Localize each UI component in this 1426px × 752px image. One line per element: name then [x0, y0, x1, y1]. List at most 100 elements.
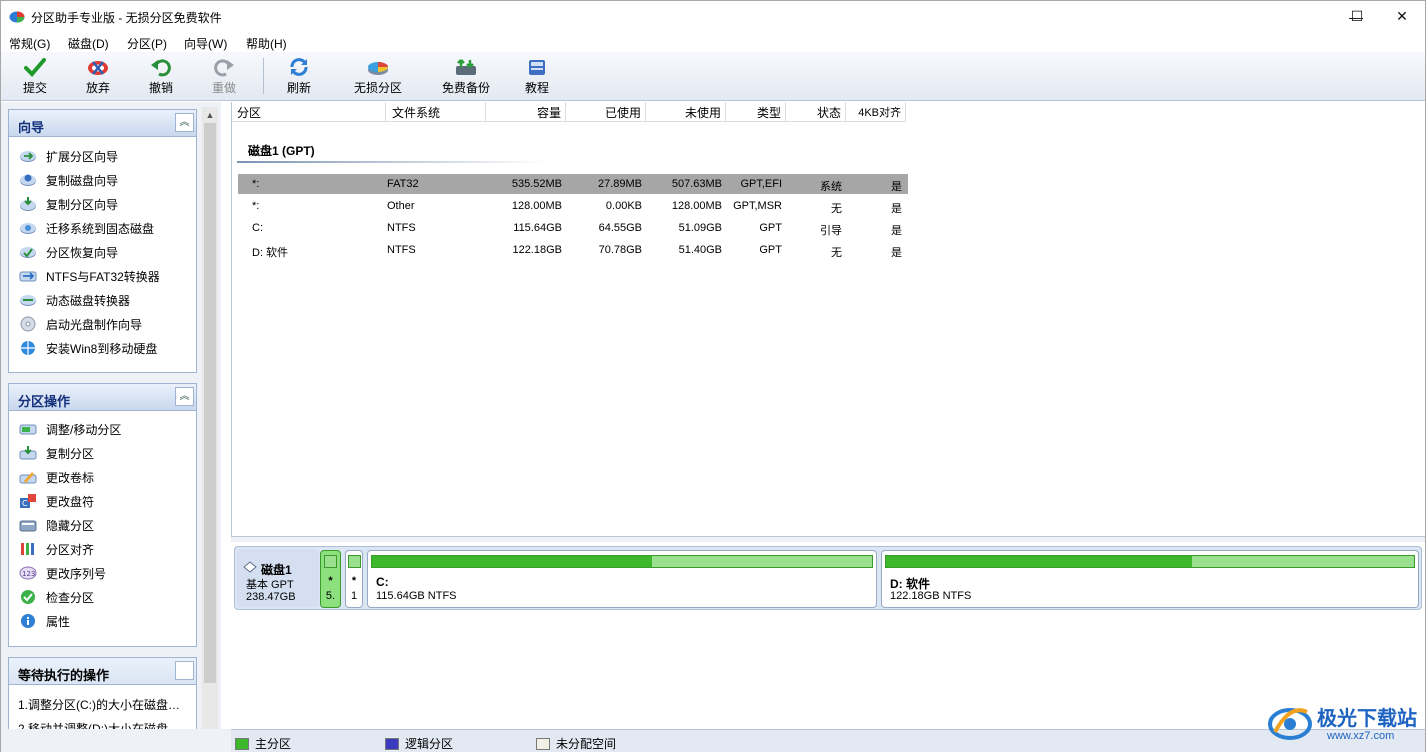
- redo-button[interactable]: 重做: [212, 56, 236, 98]
- tutorial-label: 教程: [525, 81, 550, 95]
- tutorial-button[interactable]: 教程: [525, 56, 549, 98]
- cell-capacity: 535.52MB: [511, 178, 562, 190]
- menu-disk[interactable]: 磁盘(D): [68, 35, 109, 52]
- align-icon: [19, 541, 37, 557]
- window-title: 分区助手专业版 - 无损分区免费软件: [31, 11, 222, 25]
- column-header-type[interactable]: 类型: [726, 102, 786, 122]
- column-header-unused[interactable]: 未使用: [646, 102, 726, 122]
- collapse-up-icon[interactable]: ︽: [175, 387, 194, 406]
- minimize-button-alt[interactable]: [1287, 1, 1333, 32]
- refresh-button[interactable]: 刷新: [287, 56, 311, 98]
- maximize-icon: ☐: [1350, 8, 1364, 24]
- disk-map-row[interactable]: 磁盘1 基本 GPT 238.47GB * 5. * 1 C: 115.64GB…: [234, 546, 1422, 610]
- collapse-toggle-icon[interactable]: [175, 661, 194, 680]
- wizard-item-dynamic-disk[interactable]: 动态磁盘转换器: [19, 290, 130, 310]
- op-change-serial[interactable]: 123 更改序列号: [19, 563, 106, 583]
- column-header-partition[interactable]: 分区: [232, 102, 386, 122]
- partition-block-msr[interactable]: * 1: [345, 550, 363, 608]
- legend-unallocated-label: 未分配空间: [556, 737, 617, 751]
- op-change-label[interactable]: 更改卷标: [19, 467, 94, 487]
- undo-button[interactable]: 撤销: [149, 56, 173, 98]
- partition-block-c[interactable]: C: 115.64GB NTFS: [367, 550, 877, 608]
- copy-partition-icon: [19, 196, 37, 212]
- pending-ops-panel: 等待执行的操作 1.调整分区(C:)的大小在磁盘… 2.移动并调整(D:)大小在…: [8, 657, 197, 736]
- partition-block-d[interactable]: D: 软件 122.18GB NTFS: [881, 550, 1419, 608]
- column-header-used[interactable]: 已使用: [566, 102, 646, 122]
- table-row[interactable]: D: 软件 NTFS 122.18GB 70.78GB 51.40GB GPT …: [238, 240, 908, 260]
- checkmark-icon: [23, 56, 47, 78]
- legend-logical-swatch: [385, 737, 399, 750]
- menu-partition[interactable]: 分区(P): [127, 35, 167, 52]
- op-label: 复制分区: [46, 446, 95, 461]
- watermark-logo-icon: [1268, 708, 1312, 740]
- cell-aligned: 是: [891, 225, 902, 237]
- wizard-item-win8-usb[interactable]: 安装Win8到移动硬盘: [19, 338, 157, 358]
- cell-used: 27.89MB: [597, 178, 642, 190]
- wizard-item-extend-partition[interactable]: 扩展分区向导: [19, 146, 118, 166]
- column-header-status[interactable]: 状态: [786, 102, 846, 122]
- wizard-item-partition-recovery[interactable]: 分区恢复向导: [19, 242, 118, 262]
- op-resize-move[interactable]: 调整/移动分区: [19, 419, 121, 439]
- disk-group-label[interactable]: 磁盘1 (GPT): [248, 142, 315, 159]
- cell-status: 无: [831, 247, 842, 259]
- discard-button[interactable]: 放弃: [86, 56, 110, 98]
- op-properties[interactable]: 属性: [19, 611, 70, 631]
- close-button[interactable]: ✕: [1379, 1, 1425, 32]
- pending-panel-header: 等待执行的操作: [9, 658, 196, 685]
- column-header-capacity[interactable]: 容量: [486, 102, 566, 122]
- discard-icon: [86, 56, 110, 78]
- ops-panel-title: 分区操作: [18, 394, 71, 409]
- cell-aligned: 是: [891, 181, 902, 193]
- scrollbar-thumb[interactable]: [204, 123, 216, 683]
- check-partition-icon: [19, 589, 37, 605]
- op-check-partition[interactable]: 检查分区: [19, 587, 94, 607]
- menu-general[interactable]: 常规(G): [9, 35, 50, 52]
- cell-used: 0.00KB: [605, 200, 642, 212]
- disk-info-block[interactable]: 磁盘1 基本 GPT 238.47GB: [237, 549, 319, 607]
- refresh-icon: [287, 56, 311, 78]
- wizard-item-ntfs-fat32[interactable]: NTFS与FAT32转换器: [19, 266, 160, 286]
- partition-ops-panel: 分区操作 ︽ 调整/移动分区 复制分区 更改卷标 C 更改盘符 隐藏分区 分区对…: [8, 383, 197, 647]
- ops-panel-header: 分区操作 ︽: [9, 384, 196, 411]
- op-align-partition[interactable]: 分区对齐: [19, 539, 94, 559]
- wizard-item-migrate-ssd[interactable]: 迁移系统到固态磁盘: [19, 218, 154, 238]
- wizard-item-label: 安装Win8到移动硬盘: [46, 341, 158, 356]
- cell-partition: *:: [252, 178, 260, 190]
- table-row[interactable]: *: FAT32 535.52MB 27.89MB 507.63MB GPT,E…: [238, 174, 908, 194]
- left-pane-scrollbar[interactable]: ▲ ▼: [202, 107, 218, 747]
- maximize-button[interactable]: ☐: [1334, 1, 1380, 32]
- cell-status: 系统: [820, 181, 842, 193]
- op-change-letter[interactable]: C 更改盘符: [19, 491, 94, 511]
- op-copy-partition[interactable]: 复制分区: [19, 443, 94, 463]
- tutorial-book-icon: [525, 56, 549, 78]
- collapse-up-icon[interactable]: ︽: [175, 113, 194, 132]
- pending-op-item[interactable]: 1.调整分区(C:)的大小在磁盘…: [18, 696, 180, 713]
- cell-status: 引导: [820, 225, 842, 237]
- scroll-up-icon[interactable]: ▲: [202, 107, 218, 123]
- refresh-label: 刷新: [287, 81, 312, 95]
- op-hide-partition[interactable]: 隐藏分区: [19, 515, 94, 535]
- hide-partition-icon: [19, 517, 37, 533]
- table-row[interactable]: *: Other 128.00MB 0.00KB 128.00MB GPT,MS…: [238, 196, 908, 216]
- legend-logical-label: 逻辑分区: [405, 737, 454, 751]
- partition-block-info: 115.64GB NTFS: [376, 590, 457, 602]
- cell-aligned: 是: [891, 247, 902, 259]
- wizard-item-copy-partition[interactable]: 复制分区向导: [19, 194, 118, 214]
- status-bar: 主分区 逻辑分区 未分配空间: [231, 729, 1425, 752]
- table-row[interactable]: C: NTFS 115.64GB 64.55GB 51.09GB GPT 引导 …: [238, 218, 908, 238]
- menu-wizard[interactable]: 向导(W): [184, 35, 227, 52]
- submit-button[interactable]: 提交: [23, 56, 47, 98]
- wizard-item-boot-cd[interactable]: 启动光盘制作向导: [19, 314, 142, 334]
- column-header-4k-align[interactable]: 4KB对齐: [846, 102, 906, 122]
- undo-arrow-icon: [149, 56, 173, 78]
- column-header-filesystem[interactable]: 文件系统: [386, 102, 486, 122]
- lossless-partition-button[interactable]: 无损分区: [354, 56, 402, 98]
- partition-block-label: C:: [376, 575, 389, 589]
- wizard-item-copy-disk[interactable]: 复制磁盘向导: [19, 170, 118, 190]
- disk-size: 238.47GB: [246, 591, 296, 603]
- partition-block-efi[interactable]: * 5.: [320, 550, 341, 608]
- menu-help[interactable]: 帮助(H): [246, 35, 287, 52]
- free-backup-button[interactable]: 免费备份: [442, 56, 490, 98]
- pending-panel-title: 等待执行的操作: [18, 668, 110, 683]
- cell-type: GPT,EFI: [740, 178, 782, 190]
